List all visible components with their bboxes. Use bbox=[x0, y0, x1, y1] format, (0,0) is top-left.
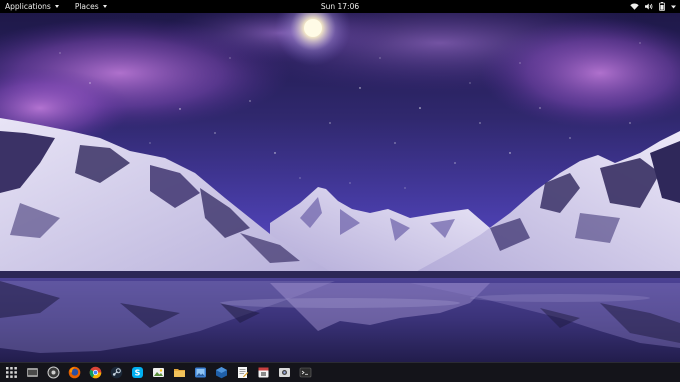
calendar-icon[interactable] bbox=[256, 365, 271, 380]
top-bar: Applications Places Sun 17:06 bbox=[0, 0, 680, 13]
battery-icon bbox=[659, 2, 665, 11]
settings-icon[interactable] bbox=[46, 365, 61, 380]
chevron-down-icon bbox=[54, 5, 59, 8]
desktop: Applications Places Sun 17:06 S bbox=[0, 0, 680, 382]
text-editor-icon[interactable] bbox=[235, 365, 250, 380]
photos-icon[interactable] bbox=[193, 365, 208, 380]
wifi-icon bbox=[630, 3, 639, 10]
applications-menu[interactable]: Applications bbox=[0, 0, 64, 13]
power-menu-arrow-icon bbox=[671, 5, 676, 8]
file-manager-icon[interactable] bbox=[172, 365, 187, 380]
system-status-menu[interactable] bbox=[630, 0, 676, 13]
applications-menu-label: Applications bbox=[5, 2, 51, 11]
virtualbox-icon[interactable] bbox=[214, 365, 229, 380]
steam-icon[interactable] bbox=[109, 365, 124, 380]
terminal-icon[interactable] bbox=[298, 365, 313, 380]
skype-icon[interactable]: S bbox=[130, 365, 145, 380]
clock[interactable]: Sun 17:06 bbox=[321, 2, 359, 11]
firefox-icon[interactable] bbox=[67, 365, 82, 380]
desktop-wallpaper bbox=[0, 13, 680, 362]
volume-icon bbox=[645, 3, 653, 10]
files-icon[interactable] bbox=[25, 365, 40, 380]
chrome-icon[interactable] bbox=[88, 365, 103, 380]
svg-text:S: S bbox=[135, 369, 141, 378]
app-grid-icon[interactable] bbox=[4, 365, 19, 380]
places-menu[interactable]: Places bbox=[70, 0, 112, 13]
image-viewer-icon[interactable] bbox=[151, 365, 166, 380]
dock: S bbox=[0, 362, 680, 382]
screenshot-icon[interactable] bbox=[277, 365, 292, 380]
chevron-down-icon bbox=[102, 5, 107, 8]
places-menu-label: Places bbox=[74, 2, 99, 11]
